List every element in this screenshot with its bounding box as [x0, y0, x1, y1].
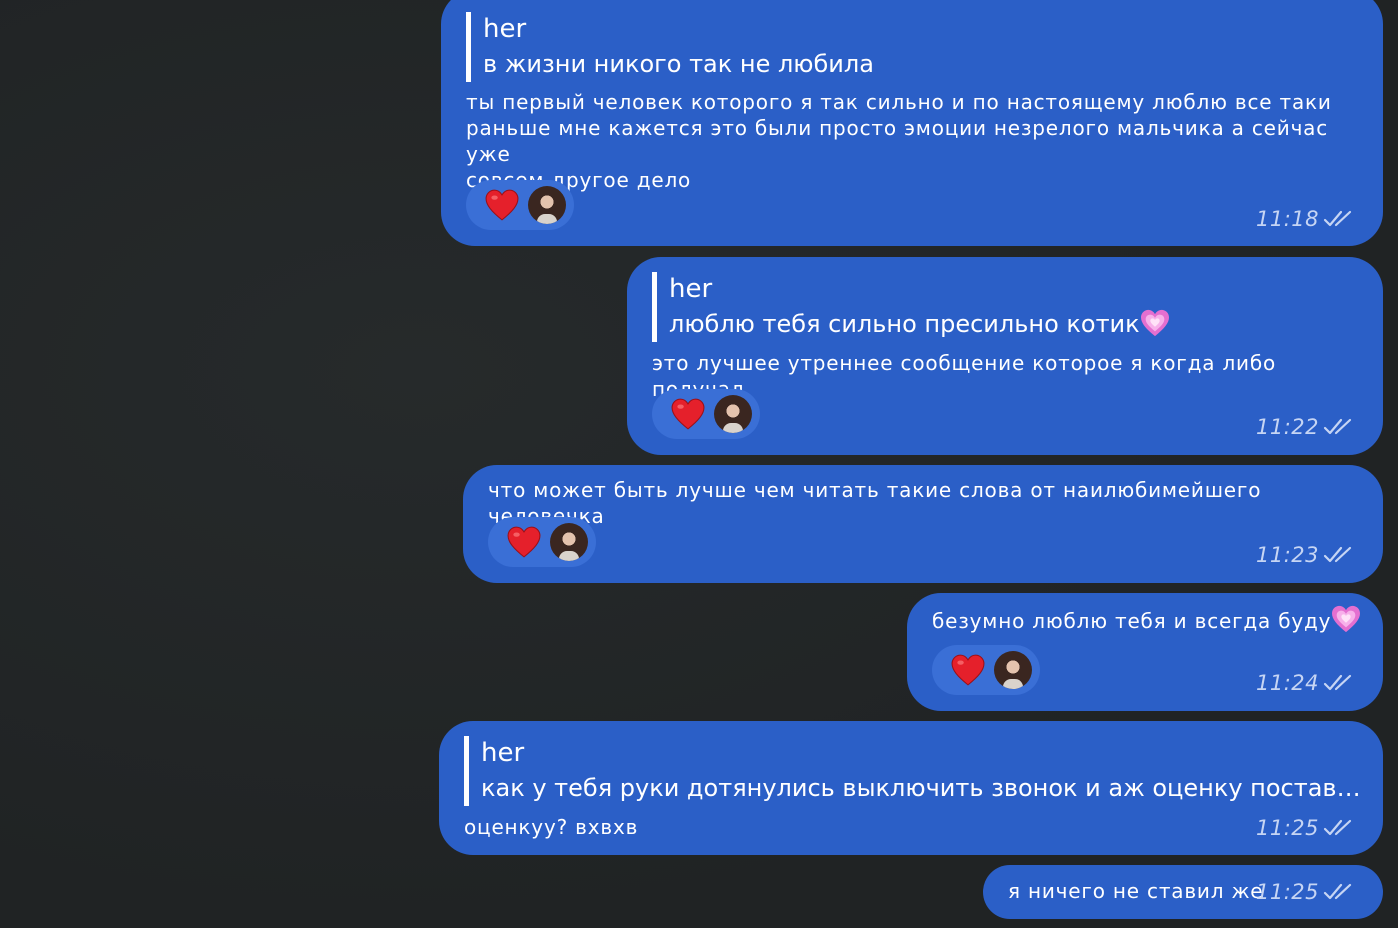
double-check-icon [1323, 417, 1353, 437]
double-check-icon [1323, 673, 1353, 693]
reply-text-content: люблю тебя сильно пресильно котик [669, 310, 1140, 338]
message-meta: 11:18 [1256, 204, 1353, 234]
red-heart-icon [485, 189, 519, 221]
reply-quote[interactable]: her люблю тебя сильно пресильно котик [652, 272, 1170, 342]
message-bubble[interactable]: her в жизни никого так не любила ты перв… [441, 0, 1383, 246]
message-bubble[interactable]: что может быть лучше чем читать такие сл… [463, 465, 1383, 583]
sparkling-heart-icon [1140, 309, 1170, 337]
message-text: что может быть лучше чем читать такие сл… [488, 478, 1269, 528]
reaction-pill[interactable] [652, 389, 760, 439]
red-heart-icon [951, 654, 985, 686]
avatar [994, 651, 1032, 689]
message-text: ты первый человек которого я так сильно … [466, 90, 1332, 192]
message-meta: 11:23 [1256, 540, 1353, 570]
message-time: 11:24 [1255, 671, 1319, 695]
sparkling-heart-icon [1331, 605, 1361, 633]
message-meta: 11:25 [1256, 877, 1353, 907]
message-meta: 11:25 [1256, 813, 1353, 843]
reaction-pill[interactable] [466, 180, 574, 230]
reply-quote[interactable]: her в жизни никого так не любила [466, 12, 874, 82]
message-bubble[interactable]: her как у тебя руки дотянулись выключить… [439, 721, 1383, 855]
reply-author: her [669, 274, 713, 304]
message-text: это лучшее утреннее сообщение которое я … [652, 351, 1277, 401]
message-bubble[interactable]: безумно люблю тебя и всегда буду 11:24 [907, 593, 1383, 711]
reaction-pill[interactable] [932, 645, 1040, 695]
reply-text: в жизни никого так не любила [483, 50, 874, 78]
message-bubble[interactable]: я ничего не ставил же 11:25 [983, 865, 1383, 919]
avatar [528, 186, 566, 224]
reply-author: her [483, 14, 527, 44]
reaction-pill[interactable] [488, 517, 596, 567]
red-heart-icon [507, 526, 541, 558]
double-check-icon [1323, 818, 1353, 838]
reply-text: как у тебя руки дотянулись выключить зво… [481, 774, 1371, 802]
message-meta: 11:24 [1256, 668, 1353, 698]
reply-quote[interactable]: her как у тебя руки дотянулись выключить… [464, 736, 1371, 806]
chat-area[interactable]: her в жизни никого так не любила ты перв… [0, 0, 1398, 928]
message-text-content: безумно люблю тебя и всегда буду [932, 609, 1332, 633]
avatar [714, 395, 752, 433]
message-text: оценкуу? вхвхв [464, 815, 639, 839]
message-bubble[interactable]: her люблю тебя сильно пресильно котик эт… [627, 257, 1383, 455]
avatar [550, 523, 588, 561]
message-text: безумно люблю тебя и всегда буду [932, 605, 1372, 634]
reply-text: люблю тебя сильно пресильно котик [669, 306, 1170, 342]
message-time: 11:25 [1255, 816, 1319, 840]
message-time: 11:18 [1255, 207, 1319, 231]
red-heart-icon [671, 398, 705, 430]
double-check-icon [1323, 882, 1353, 902]
reply-author: her [481, 738, 525, 768]
double-check-icon [1323, 545, 1353, 565]
message-time: 11:22 [1255, 415, 1319, 439]
double-check-icon [1323, 209, 1353, 229]
message-meta: 11:22 [1256, 412, 1353, 442]
message-time: 11:25 [1255, 880, 1319, 904]
message-text: я ничего не ставил же [1008, 879, 1264, 903]
message-time: 11:23 [1255, 543, 1319, 567]
